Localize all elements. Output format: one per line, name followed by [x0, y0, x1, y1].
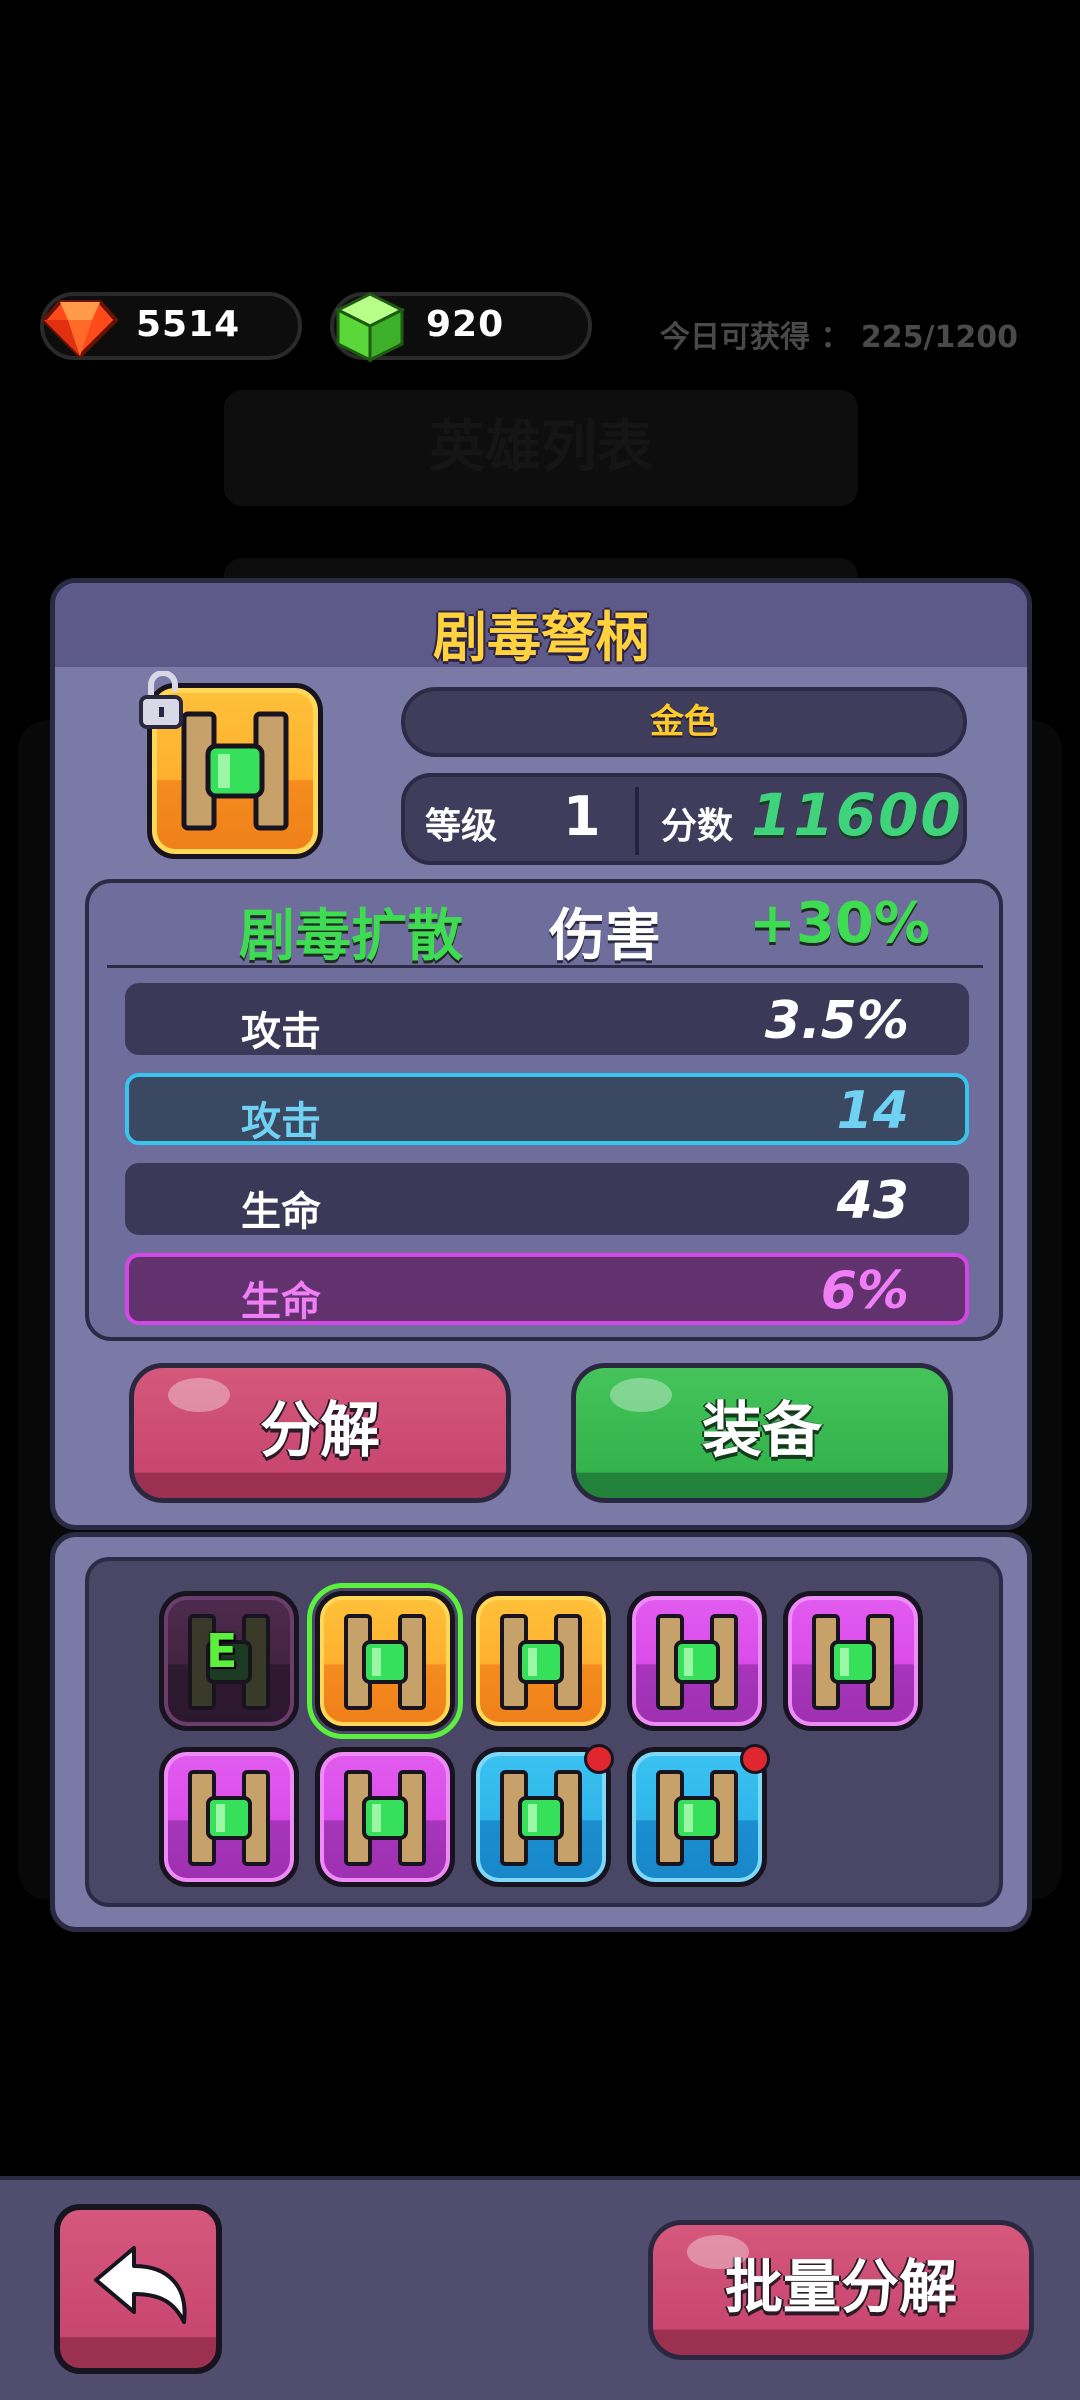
equip-button[interactable]: 装备 [571, 1363, 953, 1503]
decompose-button[interactable]: 分解 [129, 1363, 511, 1503]
back-arrow-icon [94, 2246, 187, 2324]
score-value: 11600 [751, 781, 963, 849]
skill-effect: 伤害 [549, 904, 661, 969]
stat-row: 攻击 3.5% [125, 983, 969, 1055]
level-label: 等级 [425, 806, 498, 847]
crossbow-grip-icon [344, 1614, 426, 1710]
equipped-badge: E [206, 1624, 238, 1678]
gem-amount: 5514 [136, 304, 241, 345]
inventory-slot[interactable] [315, 1747, 455, 1887]
skill-line: 剧毒扩散 伤害 +30% [89, 889, 999, 969]
item-name: 剧毒弩柄 [433, 606, 649, 669]
inventory-slot[interactable] [627, 1591, 767, 1731]
skill-name: 剧毒扩散 [239, 904, 463, 969]
inventory-slot[interactable]: E [159, 1591, 299, 1731]
game-screen: 5514 920 今日可获得 ： 225/1200 英雄列表 剧毒弩柄 金色 等… [0, 0, 1080, 2400]
cube-counter: 920 [330, 292, 592, 363]
stat-label: 生命 [241, 1279, 321, 1325]
stat-label: 攻击 [241, 1009, 321, 1055]
stat-label: 生命 [241, 1189, 321, 1235]
crossbow-grip-icon [656, 1614, 738, 1710]
daily-limit-text: 今日可获得 ： 225/1200 [660, 320, 1018, 355]
hero-list-title-bg: 英雄列表 [224, 390, 858, 506]
button-shine [687, 2235, 749, 2269]
stat-row: 生命 43 [125, 1163, 969, 1235]
inventory-slot[interactable] [159, 1747, 299, 1887]
stat-value: 6% [820, 1261, 909, 1321]
gem-counter: 5514 [40, 292, 302, 360]
red-gem-icon [41, 300, 119, 359]
batch-decompose-button[interactable]: 批量分解 [648, 2220, 1034, 2360]
stat-value: 3.5% [764, 991, 909, 1051]
inventory-slot[interactable] [627, 1744, 770, 1887]
rarity-text: 金色 [650, 702, 718, 742]
stat-value: 43 [836, 1171, 909, 1231]
green-cube-icon [334, 292, 406, 363]
score-label: 分数 [661, 806, 734, 847]
crossbow-grip-icon [500, 1614, 582, 1710]
rarity-bar: 金色 [401, 687, 967, 757]
level-score-bar: 等级 1 分数 11600 [401, 773, 967, 865]
new-item-dot [584, 1744, 614, 1774]
separator [107, 965, 983, 968]
inventory-panel: E [50, 1532, 1032, 1932]
cube-amount: 920 [426, 304, 505, 345]
unlock-icon[interactable] [135, 671, 191, 731]
new-item-dot [740, 1744, 770, 1774]
button-shine [610, 1378, 672, 1412]
crossbow-grip-icon [188, 1770, 270, 1866]
inventory-grid: E [85, 1557, 1003, 1907]
crossbow-grip-icon [500, 1770, 582, 1866]
back-button[interactable] [54, 2204, 222, 2374]
crossbow-grip-icon [344, 1770, 426, 1866]
crossbow-grip-icon [812, 1614, 894, 1710]
crossbow-grip-icon [656, 1770, 738, 1866]
stats-panel: 剧毒扩散 伤害 +30% 攻击 3.5% 攻击 14 生命 43 生命 6% [85, 879, 1003, 1341]
inventory-slot[interactable] [471, 1744, 614, 1887]
button-shine [168, 1378, 230, 1412]
level-value: 1 [563, 785, 601, 848]
hero-list-title: 英雄列表 [429, 415, 653, 480]
stat-row: 生命 6% [125, 1253, 969, 1325]
stat-label: 攻击 [241, 1099, 321, 1145]
inventory-slot[interactable] [783, 1591, 923, 1731]
stat-row: 攻击 14 [125, 1073, 969, 1145]
inventory-slot[interactable] [471, 1591, 611, 1731]
stat-value: 14 [836, 1081, 909, 1141]
inventory-slot[interactable] [307, 1583, 463, 1739]
divider [635, 787, 639, 855]
item-detail-panel: 剧毒弩柄 金色 等级 1 分数 11600 剧毒扩散 伤害 +30% 攻击 3.… [50, 578, 1032, 1530]
bottom-bar: 批量分解 [0, 2176, 1080, 2400]
skill-bonus: +30% [749, 891, 930, 956]
